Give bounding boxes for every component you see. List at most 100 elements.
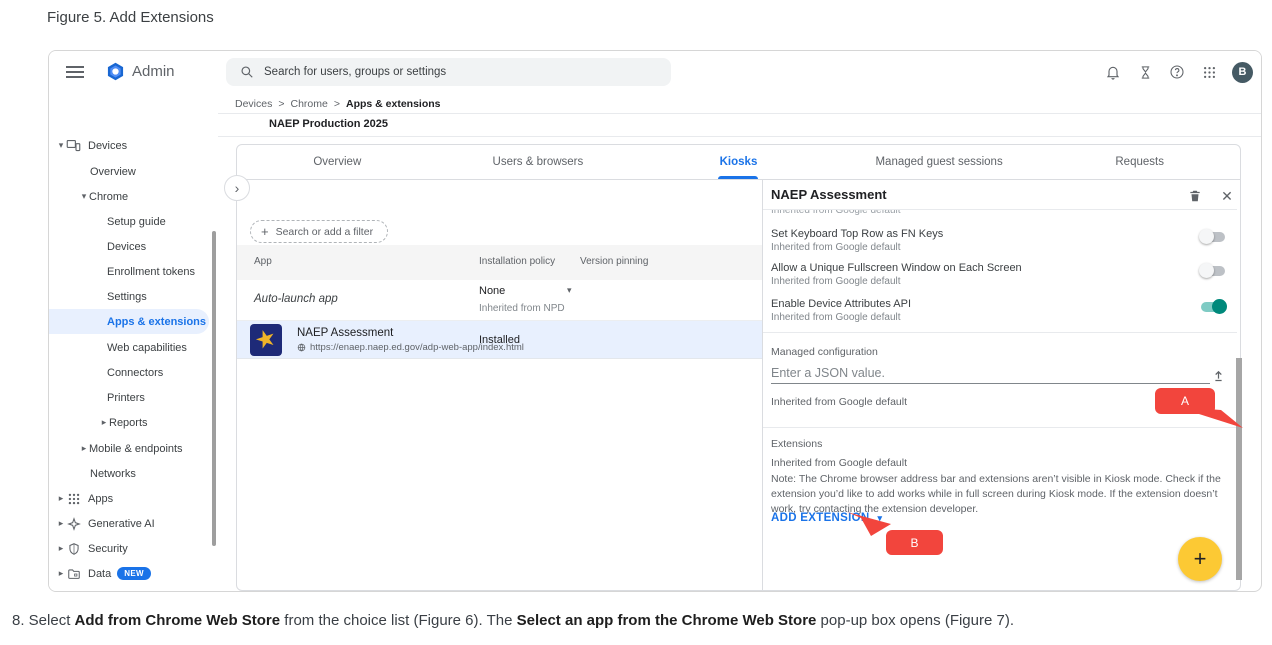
sidebar-item-security[interactable]: ▸ Security xyxy=(56,536,128,561)
breadcrumb-devices[interactable]: Devices xyxy=(235,98,272,110)
tab-users-browsers[interactable]: Users & browsers xyxy=(438,145,639,179)
toggle-fn-keys[interactable] xyxy=(1201,232,1225,242)
apps-grid-icon[interactable] xyxy=(1200,63,1218,81)
table-row-naep-assessment[interactable]: ★ NAEP Assessment https://enaep.naep.ed.… xyxy=(237,321,762,359)
sidebar-item-enrollment-tokens[interactable]: Enrollment tokens xyxy=(107,259,195,284)
avatar[interactable]: B xyxy=(1232,62,1253,83)
product-name: Admin xyxy=(132,63,175,80)
upload-icon[interactable] xyxy=(1211,368,1227,384)
close-icon[interactable]: ✕ xyxy=(1219,188,1235,204)
plus-icon: + xyxy=(261,224,269,239)
policy-dropdown[interactable]: None xyxy=(479,285,505,297)
filter-chip[interactable]: + Search or add a filter xyxy=(250,220,388,243)
panel-scrollbar[interactable] xyxy=(1236,358,1242,580)
app-detail-panel: NAEP Assessment ✕ Inherited from Google … xyxy=(762,180,1242,590)
caret-right-icon[interactable]: ▸ xyxy=(79,443,89,454)
breadcrumb-current: Apps & extensions xyxy=(346,98,441,110)
devices-icon xyxy=(66,138,81,153)
shield-icon xyxy=(66,541,81,556)
sidebar-item-networks[interactable]: Networks xyxy=(90,461,136,486)
clipped-inherited-text: Inherited from Google default xyxy=(771,210,1071,218)
sidebar-item-devices[interactable]: ▾ Devices xyxy=(56,133,127,158)
caret-down-icon[interactable]: ▾ xyxy=(79,191,89,202)
sidebar-item-mobile-endpoints[interactable]: ▸Mobile & endpoints xyxy=(79,436,183,461)
content: Devices > Chrome > Apps & extensions NAE… xyxy=(218,93,1261,591)
folder-icon xyxy=(66,566,81,581)
tab-kiosks[interactable]: Kiosks xyxy=(638,145,839,179)
sidebar-item-data[interactable]: ▸ Data NEW xyxy=(56,561,151,586)
sidebar-item-web-capabilities[interactable]: Web capabilities xyxy=(107,335,187,360)
delete-trash-icon[interactable] xyxy=(1187,188,1203,204)
divider xyxy=(763,332,1237,333)
toggle-unique-fullscreen[interactable] xyxy=(1201,266,1225,276)
sidebar-item-connectors[interactable]: Connectors xyxy=(107,360,163,385)
table-row-auto-launch[interactable]: Auto-launch app None ▾ Inherited from NP… xyxy=(237,280,762,321)
sidebar-item-printers[interactable]: Printers xyxy=(107,385,145,410)
hourglass-icon[interactable] xyxy=(1136,63,1154,81)
caret-right-icon[interactable]: ▸ xyxy=(56,493,66,504)
extensions-sub: Inherited from Google default xyxy=(771,457,907,469)
tab-overview[interactable]: Overview xyxy=(237,145,438,179)
json-input[interactable]: Enter a JSON value. xyxy=(771,366,885,380)
admin-console-screenshot: Admin Search for users, groups or settin… xyxy=(48,50,1262,592)
breadcrumb-separator: > xyxy=(334,98,340,110)
figure-caption: Figure 5. Add Extensions xyxy=(47,9,214,26)
help-icon[interactable] xyxy=(1168,63,1186,81)
managed-config-sub: Inherited from Google default xyxy=(771,396,907,408)
sidebar-item-overview[interactable]: Overview xyxy=(90,159,136,184)
apps-extensions-card: Overview Users & browsers Kiosks Managed… xyxy=(236,144,1241,591)
toggle-device-attributes-api[interactable] xyxy=(1201,302,1225,312)
managed-config-label: Managed configuration xyxy=(771,346,878,358)
divider xyxy=(218,136,1261,137)
caret-right-icon[interactable]: ▸ xyxy=(56,518,66,529)
topbar: Admin Search for users, groups or settin… xyxy=(49,51,1261,93)
column-app: App xyxy=(254,256,272,267)
naep-app-icon: ★ xyxy=(250,324,282,356)
panel-title: NAEP Assessment xyxy=(771,187,887,202)
caret-right-icon[interactable]: ▸ xyxy=(56,568,66,579)
callout-b: B xyxy=(886,530,943,555)
tab-bar: Overview Users & browsers Kiosks Managed… xyxy=(237,145,1240,180)
sidebar-item-reports[interactable]: ▸Reports xyxy=(99,410,148,435)
add-fab-button[interactable]: + xyxy=(1178,537,1222,581)
search-input[interactable]: Search for users, groups or settings xyxy=(226,58,671,86)
admin-logo-icon xyxy=(105,61,126,82)
divider xyxy=(218,113,1261,114)
menu-icon[interactable] xyxy=(66,66,84,78)
input-underline xyxy=(771,383,1210,384)
sidebar-item-generative-ai[interactable]: ▸ Generative AI xyxy=(56,511,155,536)
topbar-icons: B xyxy=(1104,51,1253,93)
column-version-pinning: Version pinning xyxy=(580,256,648,267)
caret-down-icon[interactable]: ▾ xyxy=(56,140,66,151)
divider xyxy=(763,427,1237,428)
sidebar: ▾ Devices Overview ▾Chrome Setup guide D… xyxy=(49,93,218,591)
sidebar-item-reporting[interactable]: ▸ Reporting xyxy=(56,587,136,592)
step-instruction: 8. Select Add from Chrome Web Store from… xyxy=(12,612,1014,629)
sidebar-item-setup-guide[interactable]: Setup guide xyxy=(107,209,166,234)
extensions-note: Note: The Chrome browser address bar and… xyxy=(771,472,1233,517)
caret-right-icon[interactable]: ▸ xyxy=(56,543,66,554)
table-header: App Installation policy Version pinning xyxy=(237,245,762,280)
extensions-label: Extensions xyxy=(771,438,822,450)
sidebar-item-settings[interactable]: Settings xyxy=(107,284,147,309)
callout-a: A xyxy=(1155,388,1215,414)
sidebar-item-chrome[interactable]: ▾Chrome xyxy=(79,184,128,209)
column-installation-policy: Installation policy xyxy=(479,256,555,267)
admin-logo: Admin xyxy=(105,61,175,82)
caret-right-icon[interactable]: ▸ xyxy=(99,417,109,428)
sidebar-scrollbar[interactable] xyxy=(212,231,216,546)
org-unit-name: NAEP Production 2025 xyxy=(269,118,388,130)
sidebar-item-devices-sub[interactable]: Devices xyxy=(107,234,146,259)
notifications-bell-icon[interactable] xyxy=(1104,63,1122,81)
sidebar-item-apps-extensions[interactable]: Apps & extensions xyxy=(49,309,209,334)
search-placeholder: Search for users, groups or settings xyxy=(264,66,446,78)
new-badge: NEW xyxy=(117,567,151,580)
sidebar-item-apps[interactable]: ▸ Apps xyxy=(56,486,113,511)
breadcrumb-chrome[interactable]: Chrome xyxy=(291,98,328,110)
tab-managed-guest-sessions[interactable]: Managed guest sessions xyxy=(839,145,1040,179)
app-list-pane: + Search or add a filter App Installatio… xyxy=(237,180,762,590)
dropdown-caret-icon[interactable]: ▾ xyxy=(567,285,572,296)
collapse-panel-button[interactable]: › xyxy=(224,175,250,201)
callout-b-tail xyxy=(847,512,891,536)
tab-requests[interactable]: Requests xyxy=(1039,145,1240,179)
